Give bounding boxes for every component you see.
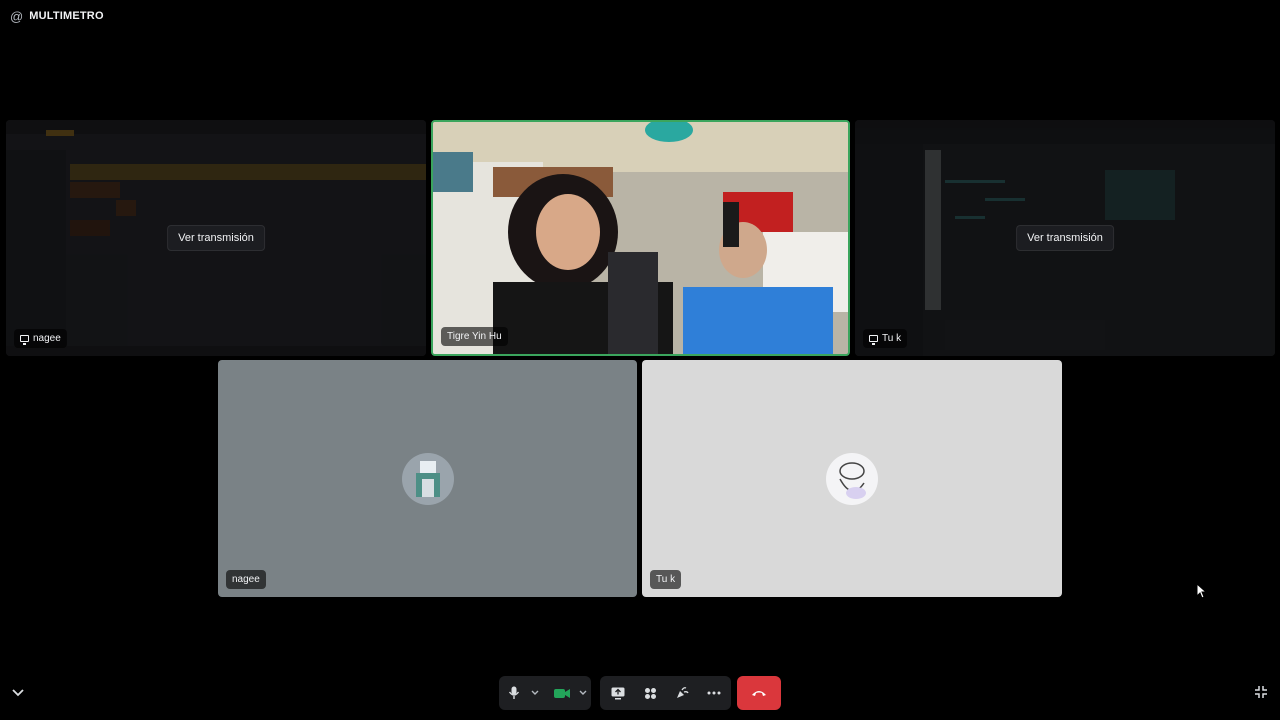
exit-fullscreen-button[interactable]	[1251, 682, 1271, 702]
stream-tile-nagee[interactable]: Ver transmisión nagee	[6, 120, 426, 356]
avatar-tile-nagee[interactable]: nagee	[218, 360, 637, 597]
avatar-image	[826, 452, 878, 505]
more-options-button[interactable]	[698, 676, 730, 710]
user-name-tag: Tu k	[863, 329, 908, 348]
user-name-tag: nagee	[226, 570, 266, 589]
disconnect-button[interactable]	[737, 676, 781, 710]
watch-stream-button[interactable]: Ver transmisión	[1016, 225, 1114, 251]
user-name-tag: Tu k	[650, 570, 682, 589]
screen-share-icon	[869, 335, 878, 345]
camera-options-button[interactable]	[577, 676, 589, 710]
chevron-down-icon	[531, 690, 539, 695]
camera-icon	[554, 688, 570, 698]
user-name: nagee	[33, 333, 61, 344]
stream-tile-tu-k[interactable]: Ver transmisión Tu k	[855, 120, 1275, 356]
screen-share-button[interactable]	[602, 676, 634, 710]
exit-fullscreen-icon	[1255, 686, 1267, 698]
user-name-tag: Tigre Yin Hu	[441, 327, 508, 346]
avatar-tile-tu-k[interactable]: Tu k	[642, 360, 1062, 597]
watch-stream-button[interactable]: Ver transmisión	[167, 225, 265, 251]
channel-header: @ MULTIMETRO	[0, 0, 1280, 32]
screen-share-icon	[20, 335, 29, 345]
soundboard-icon	[677, 687, 689, 698]
user-name: nagee	[232, 574, 260, 585]
dm-at-icon: @	[10, 8, 24, 24]
camera-video-frame	[433, 122, 848, 354]
channel-name: MULTIMETRO	[29, 10, 104, 22]
user-name: Tu k	[882, 333, 902, 344]
user-name: Tu k	[656, 574, 676, 585]
avatar-image	[401, 452, 454, 505]
activities-controls-group	[600, 676, 731, 710]
user-name: Tigre Yin Hu	[447, 331, 502, 342]
chevron-down-icon	[12, 689, 24, 697]
hangup-icon	[752, 691, 766, 696]
mouse-cursor-icon	[1196, 583, 1208, 599]
user-avatar	[401, 452, 454, 505]
activities-button[interactable]	[634, 676, 666, 710]
screen-share-icon	[611, 687, 625, 699]
voice-controls-group	[499, 676, 591, 710]
camera-tile-tigre-yin-hu[interactable]: Tigre Yin Hu	[431, 120, 850, 356]
camera-button[interactable]	[547, 676, 577, 710]
soundboard-button[interactable]	[666, 676, 698, 710]
microphone-options-button[interactable]	[529, 676, 541, 710]
collapse-chevron-button[interactable]	[8, 683, 28, 703]
more-icon	[707, 691, 721, 695]
user-name-tag: nagee	[14, 329, 67, 348]
user-avatar	[826, 452, 878, 505]
microphone-button[interactable]	[499, 676, 529, 710]
activities-icon	[644, 687, 656, 699]
microphone-icon	[508, 686, 520, 699]
chevron-down-icon	[579, 690, 587, 695]
